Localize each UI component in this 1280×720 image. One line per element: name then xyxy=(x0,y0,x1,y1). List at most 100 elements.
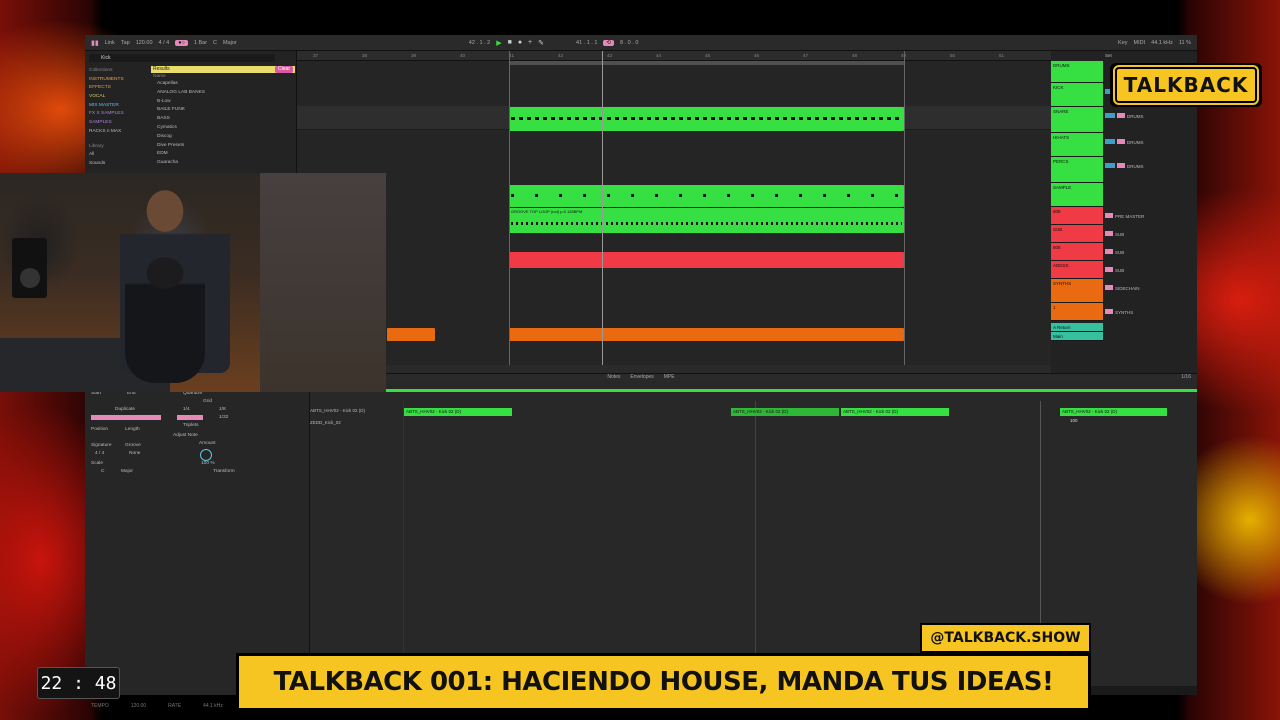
q-option-selected[interactable] xyxy=(177,415,203,420)
menu-icon[interactable]: ▮▮ xyxy=(91,39,99,47)
metronome-button[interactable]: ●○ xyxy=(175,39,188,46)
midi-note[interactable]: ABTS_HHV02 - Kick 02 (D) xyxy=(1060,408,1167,416)
track-header-addss[interactable]: ADDSS xyxy=(1051,261,1103,279)
category-item[interactable]: SAMPLES xyxy=(89,119,147,128)
signature-value[interactable]: 4 / 4 xyxy=(95,451,104,456)
routing-label[interactable]: DRUMS xyxy=(1127,114,1144,119)
scale-key[interactable]: C xyxy=(101,469,104,474)
result-folder[interactable]: Dive Presets xyxy=(151,142,295,151)
track-header-percs[interactable]: PERCS xyxy=(1051,157,1103,183)
808-clip[interactable] xyxy=(509,252,904,268)
routing-label[interactable]: SUB xyxy=(1115,232,1124,237)
kick-clip[interactable] xyxy=(509,107,904,131)
routing-label[interactable]: DRUMS xyxy=(1127,140,1144,145)
routing-label[interactable]: SYNTHS xyxy=(1115,310,1133,315)
midi-note[interactable]: ABTS_HHV02 - Kick 02 (D) xyxy=(404,408,512,416)
transform-button[interactable]: Transform xyxy=(213,469,235,474)
result-folder[interactable]: EDM xyxy=(151,150,295,159)
main-track[interactable]: Main xyxy=(1051,332,1103,341)
category-item[interactable]: RACKS n MAX xyxy=(89,128,147,137)
result-folder[interactable]: B-Low xyxy=(151,98,295,107)
category-item[interactable]: FX X SAMPLES xyxy=(89,110,147,119)
tab-notes[interactable]: Notes xyxy=(607,374,620,381)
link-button[interactable]: Link xyxy=(105,40,115,46)
duplicate-button[interactable]: Duplicate xyxy=(115,407,135,412)
result-folder[interactable]: ANALOG LAB BANKS xyxy=(151,89,295,98)
clip-color-bar[interactable] xyxy=(91,415,161,420)
result-folder[interactable]: Guaracha xyxy=(151,159,295,168)
midi-note[interactable]: ABTS_HHV02 - Kick 02 (D) xyxy=(731,408,839,416)
category-item[interactable]: MIX MASTER xyxy=(89,102,147,111)
song-position[interactable]: 42 . 1 . 2 xyxy=(469,40,490,46)
overdub-icon[interactable]: + xyxy=(528,39,532,46)
stop-icon[interactable]: ■ xyxy=(508,39,512,46)
routing-label[interactable]: PRE MASTER xyxy=(1115,214,1144,219)
loop-toggle[interactable]: ⟲ xyxy=(603,39,615,46)
beat-ruler[interactable]: 37 38 39 40 41 42 43 44 45 46 47 48 49 5… xyxy=(297,51,1051,61)
q-option[interactable]: 1/4 xyxy=(183,407,190,412)
loop-length[interactable]: 8 . 0 . 0 xyxy=(620,40,638,46)
groove-value[interactable]: None xyxy=(129,451,140,456)
tempo-field[interactable]: 120.00 xyxy=(136,40,153,46)
result-folder[interactable]: BASS xyxy=(151,115,295,124)
name-column-header[interactable]: Name xyxy=(151,73,295,80)
library-item[interactable]: Sounds xyxy=(89,160,147,169)
key-map-button[interactable]: Key xyxy=(1118,40,1127,46)
return-track[interactable]: A Return xyxy=(1051,323,1103,332)
track-header-drums[interactable]: DRUMS xyxy=(1051,61,1103,83)
midi-note[interactable]: ABTS_HHV02 - Kick 02 (D) xyxy=(841,408,949,416)
time-ruler[interactable] xyxy=(297,365,1051,373)
track-header-sub[interactable]: SUB xyxy=(1051,225,1103,243)
midi-map-button[interactable]: MIDI xyxy=(1134,40,1146,46)
play-icon[interactable]: ▶ xyxy=(496,39,501,47)
routing-label[interactable]: SUB xyxy=(1115,250,1124,255)
sample-clip[interactable]: GROOVE TOP LOOP (not) p.6 128BPM xyxy=(509,208,904,233)
result-folder[interactable]: BAILE FUNK xyxy=(151,106,295,115)
category-item[interactable]: INSTRUMENTS xyxy=(89,76,147,85)
grid-fraction[interactable]: 1/16 xyxy=(1181,374,1191,380)
q-option[interactable]: 1/32 xyxy=(219,415,228,420)
automation-icon[interactable]: ✎ xyxy=(538,39,544,47)
scale-value[interactable]: Major xyxy=(121,469,133,474)
category-item[interactable]: EFFECTS xyxy=(89,84,147,93)
result-folder[interactable]: Cymatics xyxy=(151,124,295,133)
synth-clip-b[interactable] xyxy=(509,328,904,341)
quantize-menu[interactable]: 1 Bar xyxy=(194,40,207,46)
routing-label[interactable]: SUB xyxy=(1115,268,1124,273)
track-header-808[interactable]: 808 xyxy=(1051,207,1103,225)
key-select[interactable]: C xyxy=(213,40,217,46)
tap-button[interactable]: Tap xyxy=(121,40,130,46)
loop-brace[interactable] xyxy=(509,61,904,65)
amount-knob[interactable] xyxy=(200,449,212,461)
percs-clip[interactable] xyxy=(509,185,904,207)
track-header-sample[interactable]: SAMPLE xyxy=(1051,183,1103,207)
loop-start[interactable]: 41 . 1 . 1 xyxy=(576,40,597,46)
bottom-tempo-bar: TEMPO 120.00 RATE 44.1 kHz xyxy=(85,703,245,713)
meter-field[interactable]: 4 / 4 xyxy=(159,40,170,46)
scale-select[interactable]: Major xyxy=(223,40,237,46)
track-header-kick[interactable]: KICK xyxy=(1051,83,1103,107)
track-header-snare[interactable]: SNARE xyxy=(1051,107,1103,133)
track-header-synths[interactable]: SYNTHS xyxy=(1051,279,1103,303)
clear-button[interactable]: Clear xyxy=(275,66,293,73)
routing-label[interactable]: SIDECHAIN xyxy=(1115,286,1140,291)
tab-mpe[interactable]: MPE xyxy=(664,374,675,381)
velocity-tooltip: 100 xyxy=(1070,418,1078,423)
track-header-hihats[interactable]: HIHATS xyxy=(1051,133,1103,157)
synth-clip-a[interactable] xyxy=(387,328,435,341)
category-item[interactable]: VOCAL xyxy=(89,93,147,102)
triplets-button[interactable]: Triplets xyxy=(183,423,199,428)
track-header-1[interactable]: 1 xyxy=(1051,303,1103,321)
result-folder[interactable]: Discog xyxy=(151,133,295,142)
record-icon[interactable]: ● xyxy=(518,39,522,46)
amount-value[interactable]: 100 % xyxy=(201,461,215,466)
tab-envelopes[interactable]: Envelopes xyxy=(630,374,653,381)
clip-loop-bar[interactable] xyxy=(318,389,1197,392)
q-option[interactable]: 1/8 xyxy=(219,407,226,412)
library-item[interactable]: All xyxy=(89,151,147,160)
result-folder[interactable]: Acapellas xyxy=(151,80,295,89)
routing-label[interactable]: DRUMS xyxy=(1127,164,1144,169)
browser-search[interactable]: Kick xyxy=(89,54,275,62)
playhead[interactable] xyxy=(602,51,603,373)
track-header-808b[interactable]: 808 xyxy=(1051,243,1103,261)
